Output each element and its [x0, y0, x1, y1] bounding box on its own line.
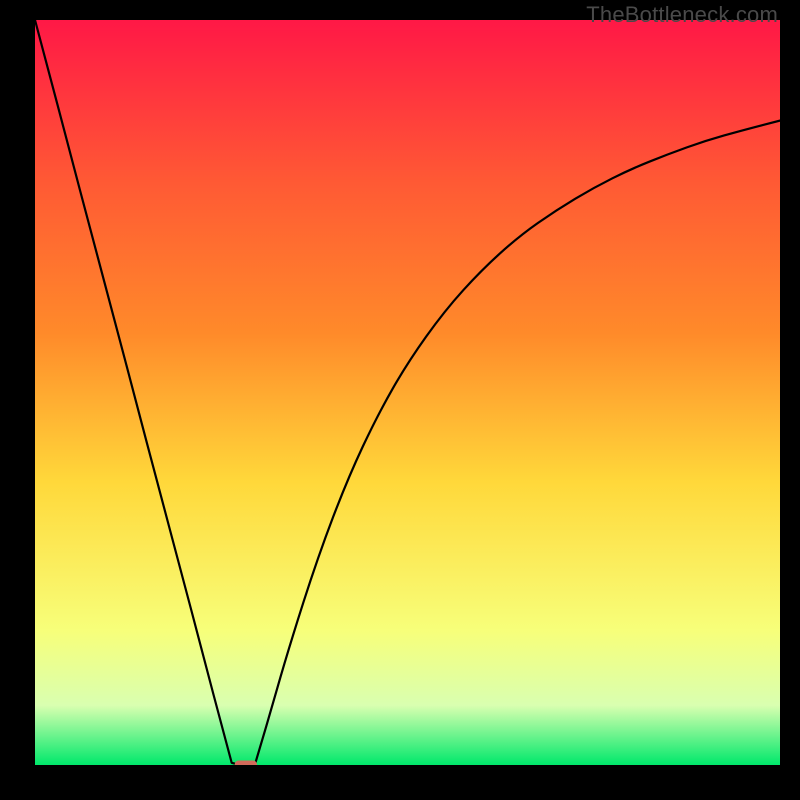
plot-area [35, 20, 780, 765]
watermark-text: TheBottleneck.com [586, 2, 778, 28]
chart-svg [35, 20, 780, 765]
chart-frame: TheBottleneck.com [0, 0, 800, 800]
gradient-background [35, 20, 780, 765]
min-marker [235, 761, 257, 765]
